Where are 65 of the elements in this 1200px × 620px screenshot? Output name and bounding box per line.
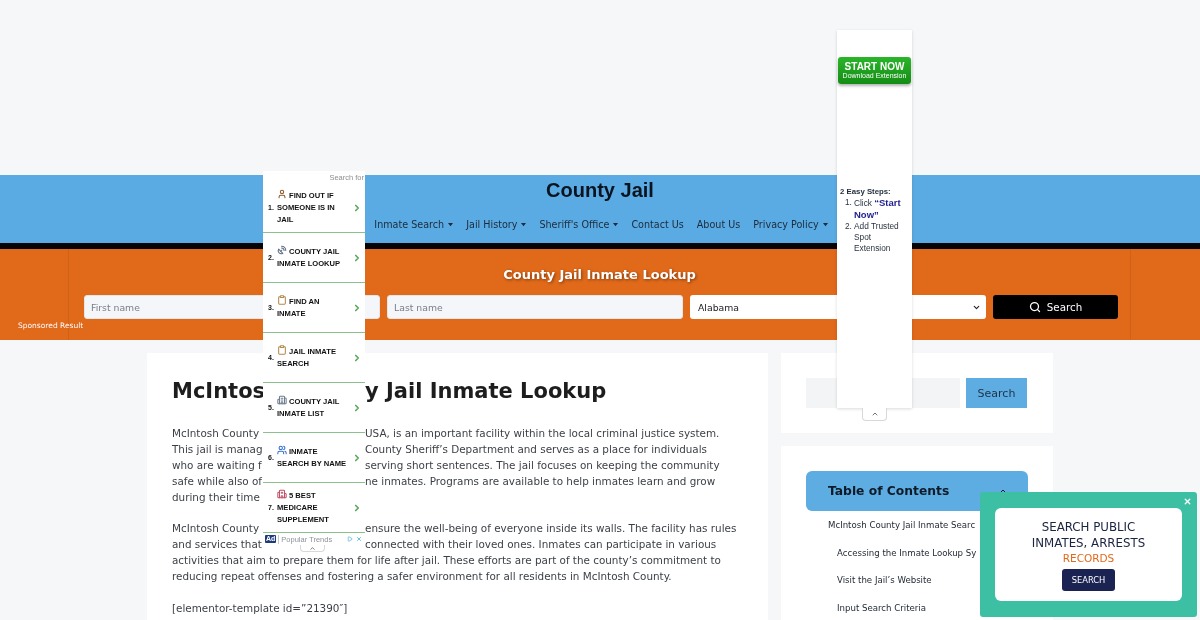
chevron-right-icon [352,252,362,263]
paragraph-text: activities that aim to prepare them for life after jail. These efforts are part of the county’s commitment to [172,553,721,568]
toc-link[interactable]: Visit the Jail’s Website [837,574,932,587]
close-icon[interactable] [356,536,362,542]
paragraph-text: during their time [172,490,260,505]
paragraph-text: This jail is manag [172,442,263,457]
satellite-dish-icon [277,245,287,256]
toc-title: Table of Contents [828,484,950,498]
search-icon [1028,301,1041,313]
chevron-right-icon [352,502,362,513]
person-icon [277,189,287,200]
site-title[interactable]: County Jail [546,178,654,202]
paragraph-text: McIntosh County [172,426,260,441]
toc-link[interactable]: Accessing the Inmate Lookup Sy [837,546,977,559]
paragraph-text: USA, is an important facility within the local criminal justice system. [365,426,720,441]
popup-search-button[interactable]: SEARCH [1062,568,1115,591]
chevron-right-icon [352,452,362,463]
nav-link[interactable]: Inmate Search [374,217,454,233]
chevron-right-icon [352,352,362,363]
building-icon [277,395,287,406]
paragraph-text: ensure the well-being of everyone inside its walls. The facility has rules [365,521,737,536]
nav-link[interactable]: About Us [696,217,741,233]
paragraph-text: and services that [172,537,262,552]
paragraph-text: who are waiting f [172,458,262,473]
play-icon[interactable] [347,536,353,542]
popup-highlight: RECORDS [1062,550,1115,565]
toc-link[interactable]: McIntosh County Jail Inmate Searc [828,518,976,531]
paragraph-text: serving short sentences. The jail focuses on keeping the community [365,458,720,473]
nav-link[interactable]: Contact Us [631,217,684,233]
collapse-button[interactable] [862,408,887,421]
step-number: 1. [845,197,853,209]
chevron-right-icon [352,202,362,213]
search-button[interactable]: Search [966,378,1027,408]
paragraph-text: McIntosh County [172,521,260,536]
toc-link[interactable]: Input Search Criteria [837,602,926,615]
nav-link[interactable]: Sheriff's Office [539,217,619,233]
popup-headline: SEARCH PUBLIC INMATES, ARRESTS [1030,518,1147,551]
step-number: 2. [845,221,853,233]
step-text: Add Trusted Spot Extension [854,221,900,254]
clipboard-icon [277,295,287,306]
clipboard-icon [277,345,287,356]
shortcode-text: [elementor-template id=”21390″] [172,601,348,616]
paragraph-text: safe while also of [172,474,263,489]
banner-title: County Jail Inmate Lookup [503,266,696,284]
last-name-input[interactable]: Last name [387,295,683,319]
close-button[interactable] [1183,497,1192,506]
paragraph-text: ne inmates. Programs are available to help inmates learn and grow [365,474,716,489]
nav-link[interactable]: Privacy Policy [753,217,828,233]
chevron-right-icon [352,302,362,313]
article-title: McIntos [172,378,266,404]
collapse-button[interactable] [300,545,325,552]
chevron-right-icon [352,402,362,413]
chevron-up-icon [309,544,316,552]
nav-link[interactable]: Jail History [466,217,527,233]
paragraph-text: County Sheriff’s Department and serves as a place for individuals [365,442,708,457]
step-text: Click “Start Now” [854,197,902,221]
chevron-up-icon [870,410,879,418]
hospital-icon [277,489,287,500]
article-title: y Jail Inmate Lookup [365,378,607,404]
close-icon [1183,497,1192,506]
toc-header[interactable]: Table of Contents [806,471,1028,511]
paragraph-text: reducing repeat offenses and fostering a safer environment for all residents in McIntosh County. [172,569,672,584]
paragraph-text: connected with their loved ones. Inmates can participate in various [365,537,717,552]
search-button[interactable]: Search [993,295,1118,319]
people-icon [277,445,287,456]
